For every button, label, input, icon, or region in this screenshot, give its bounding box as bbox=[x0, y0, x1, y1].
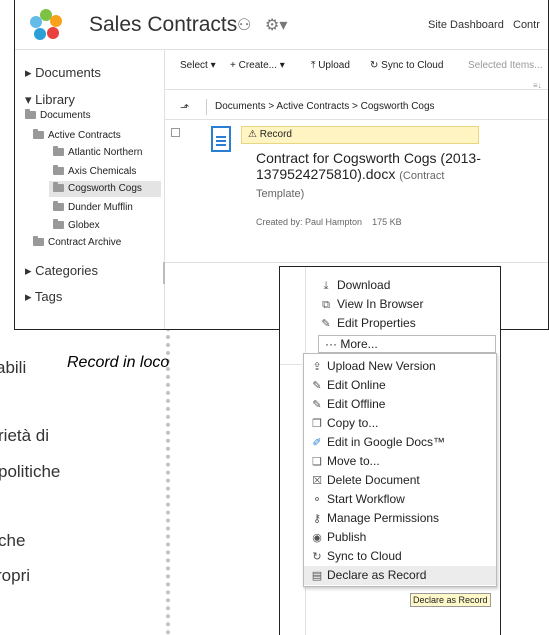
selected-items-menu[interactable]: Selected Items... bbox=[468, 60, 542, 71]
pencil-icon: ✎ bbox=[312, 380, 322, 392]
sidebar-library[interactable]: ▾ Library bbox=[25, 92, 75, 108]
start-workflow-action[interactable]: ⚬ Start Workflow bbox=[304, 490, 496, 509]
user-icon[interactable]: ⚇ bbox=[237, 15, 251, 35]
edit-properties-action[interactable]: ✎ Edit Properties bbox=[319, 314, 415, 332]
download-icon: ⤓ bbox=[323, 280, 329, 292]
plus-icon: + bbox=[230, 60, 236, 71]
row-divider bbox=[165, 262, 548, 263]
select-menu-button[interactable]: Select ▾ bbox=[180, 60, 216, 71]
tree-item-documents[interactable]: Documents bbox=[25, 108, 91, 124]
upload-icon: ⇪ bbox=[312, 361, 322, 373]
move-icon: ❏ bbox=[312, 456, 322, 468]
upload-new-version-action[interactable]: ⇪ Upload New Version bbox=[304, 357, 496, 376]
tree-item-globex[interactable]: Globex bbox=[53, 218, 100, 234]
delete-document-action[interactable]: ☒ Delete Document bbox=[304, 471, 496, 490]
sidebar: ▸ Documents ▾ Library Documents Active C… bbox=[15, 50, 165, 329]
slide-text-fragment: rietà di bbox=[0, 426, 50, 445]
slide-text-fragment: che bbox=[0, 531, 26, 550]
declare-as-record-tooltip: Declare as Record bbox=[410, 593, 491, 607]
toolbar: Select ▾ + Create... ▾ ⤒ Upload ↻ Sync t… bbox=[165, 50, 548, 90]
folder-icon bbox=[53, 201, 64, 211]
delete-icon: ☒ bbox=[312, 475, 322, 487]
breadcrumb[interactable]: Documents > Active Contracts > Cogsworth… bbox=[215, 101, 435, 112]
document-metadata: Created by: Paul Hampton 175 KB bbox=[256, 217, 402, 227]
slide-text-fragment: abili bbox=[0, 358, 27, 377]
sync-icon: ↻ bbox=[312, 551, 322, 563]
tree-item-axis-chemicals[interactable]: Axis Chemicals bbox=[53, 164, 136, 180]
slide-text-fragment: ropri bbox=[0, 566, 31, 585]
tree-item-dunder-mufflin[interactable]: Dunder Mufflin bbox=[53, 200, 133, 216]
publish-icon: ◉ bbox=[312, 532, 322, 544]
folder-icon bbox=[53, 182, 64, 192]
key-icon: ⚷ bbox=[312, 513, 322, 525]
sort-icon[interactable]: ≡↓ bbox=[533, 81, 542, 90]
publish-action[interactable]: ◉ Publish bbox=[304, 528, 496, 547]
folder-icon bbox=[53, 219, 64, 229]
copy-icon: ❐ bbox=[312, 418, 322, 430]
upload-button[interactable]: ⤒ Upload bbox=[311, 60, 350, 71]
breadcrumb-bar: ⬏ Documents > Active Contracts > Cogswor… bbox=[165, 96, 548, 120]
folder-up-icon[interactable]: ⬏ bbox=[180, 101, 189, 114]
google-docs-icon: ✐ bbox=[312, 437, 322, 449]
edit-online-action[interactable]: ✎ Edit Online bbox=[304, 376, 496, 395]
site-header: Sales Contracts ⚇ ⚙▾ Site Dashboard Cont… bbox=[15, 0, 548, 50]
sync-icon: ↻ bbox=[370, 60, 379, 71]
tree-item-active-contracts[interactable]: Active Contracts bbox=[33, 128, 121, 144]
download-action[interactable]: ⤓ Download bbox=[319, 276, 391, 294]
edit-in-google-docs-action[interactable]: ✐ Edit in Google Docs™ bbox=[304, 433, 496, 452]
panel-divider bbox=[280, 364, 302, 365]
record-banner: ⚠ Record bbox=[241, 126, 479, 144]
sidebar-categories[interactable]: ▸ Categories bbox=[25, 263, 98, 279]
declare-as-record-action[interactable]: ▤ Declare as Record bbox=[304, 566, 496, 585]
alfresco-logo-icon bbox=[30, 9, 62, 40]
pencil-icon: ✎ bbox=[312, 399, 322, 411]
tree-item-cogsworth-cogs[interactable]: Cogsworth Cogs bbox=[49, 181, 161, 197]
folder-icon bbox=[53, 165, 64, 175]
upload-icon: ⤒ bbox=[311, 60, 316, 71]
folder-icon bbox=[53, 146, 64, 156]
gear-icon[interactable]: ⚙▾ bbox=[265, 15, 287, 35]
breadcrumb-divider bbox=[206, 99, 207, 115]
site-title: Sales Contracts bbox=[89, 13, 238, 36]
word-document-icon[interactable] bbox=[211, 126, 231, 152]
sidebar-tags[interactable]: ▸ Tags bbox=[25, 289, 62, 305]
folder-icon bbox=[33, 129, 44, 139]
move-to-action[interactable]: ❏ Move to... bbox=[304, 452, 496, 471]
more-actions-button[interactable]: ··· More... bbox=[318, 335, 496, 353]
more-actions-dropdown: ⇪ Upload New Version ✎ Edit Online ✎ Edit O… bbox=[303, 353, 497, 587]
tree-item-atlantic-northern[interactable]: Atlantic Northern bbox=[53, 145, 142, 161]
sidebar-documents[interactable]: ▸ Documents bbox=[25, 65, 101, 81]
folder-icon bbox=[25, 109, 36, 119]
site-dashboard-link[interactable]: Site Dashboard bbox=[428, 19, 504, 31]
document-title[interactable]: Contract for Cogsworth Cogs (2013-137952… bbox=[256, 150, 486, 202]
manage-permissions-action[interactable]: ⚷ Manage Permissions bbox=[304, 509, 496, 528]
sidebar-scrollbar[interactable] bbox=[163, 262, 165, 284]
slide-caption: Record in loco bbox=[67, 354, 170, 371]
folder-icon bbox=[33, 236, 44, 246]
document-select-checkbox[interactable] bbox=[171, 128, 180, 137]
tree-item-contract-archive[interactable]: Contract Archive bbox=[33, 235, 121, 251]
sync-to-cloud-button[interactable]: ↻ Sync to Cloud bbox=[370, 60, 443, 71]
workflow-icon: ⚬ bbox=[312, 494, 322, 506]
copy-to-action[interactable]: ❐ Copy to... bbox=[304, 414, 496, 433]
edit-offline-action[interactable]: ✎ Edit Offline bbox=[304, 395, 496, 414]
view-in-browser-action[interactable]: ⧉ View In Browser bbox=[319, 295, 423, 313]
site-nav-link-partial[interactable]: Contr bbox=[513, 19, 540, 31]
browser-icon: ⧉ bbox=[322, 299, 330, 311]
create-button[interactable]: + Create... ▾ bbox=[230, 60, 285, 71]
slide-text-fragment: politiche bbox=[0, 462, 61, 481]
edit-properties-icon: ✎ bbox=[321, 318, 331, 330]
document-actions-panel: ⤓ Download ⧉ View In Browser ✎ Edit Propert… bbox=[279, 266, 501, 635]
sync-to-cloud-action[interactable]: ↻ Sync to Cloud bbox=[304, 547, 496, 566]
record-icon: ▤ bbox=[311, 570, 323, 582]
